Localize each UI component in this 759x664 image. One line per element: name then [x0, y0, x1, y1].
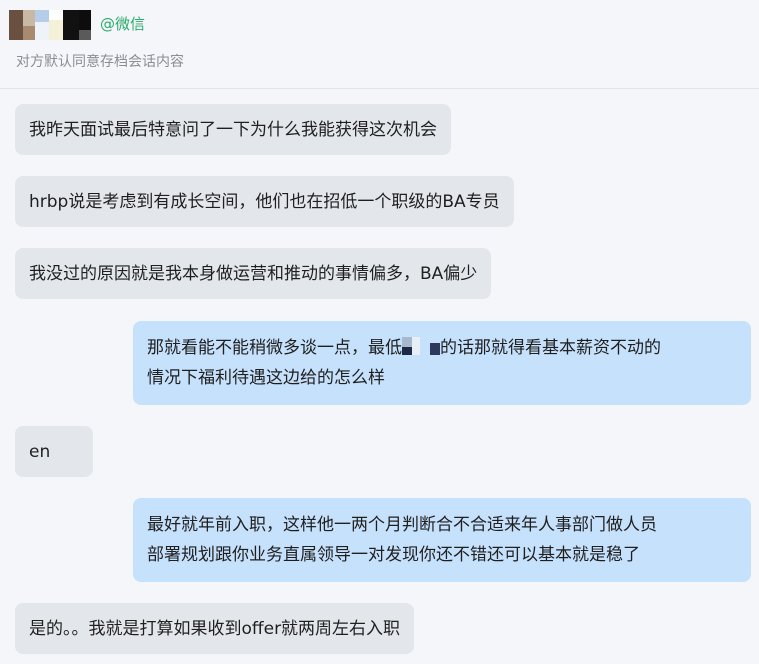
contact-name: @微信	[100, 15, 146, 33]
message-bubble[interactable]: hrbp说是考虑到有成长空间，他们也在招低一个职级的BA专员	[15, 176, 514, 227]
avatar[interactable]	[9, 10, 91, 40]
archive-notice: 对方默认同意存档会话内容	[16, 54, 184, 70]
message-bubble[interactable]: 最好就年前入职，这样他一两个月判断合不合适来年人事部门做人员 部署规划跟你业务直…	[133, 498, 751, 582]
chat-header: @微信 对方默认同意存档会话内容	[0, 0, 759, 89]
message-bubble[interactable]: 我没过的原因就是我本身做运营和推动的事情偏多，BA偏少	[15, 248, 492, 299]
message-bubble[interactable]: 那就看能不能稍微多谈一点，最低 的话那就得看基本薪资不动的 情况下福利待遇这边给的…	[133, 321, 751, 405]
message-line: 最好就年前入职，这样他一两个月判断合不合适来年人事部门做人员	[147, 515, 657, 535]
message-line: 情况下福利待遇这边给的怎么样	[147, 368, 385, 388]
message-bubble[interactable]: 我昨天面试最后特意问了一下为什么我能获得这次机会	[15, 104, 451, 155]
message-bubble[interactable]: en	[15, 426, 93, 477]
message-bubble[interactable]: 是的。。我就是打算如果收到offer就两周左右入职	[15, 603, 415, 654]
message-line: 部署规划跟你业务直属领导一对发现你还不错还可以基本就是稳了	[147, 545, 640, 565]
message-text: 那就看能不能稍微多谈一点，最低	[147, 338, 402, 358]
message-line: 那就看能不能稍微多谈一点，最低 的话那就得看基本薪资不动的	[147, 333, 737, 363]
redacted-block	[402, 337, 440, 355]
message-text: 的话那就得看基本薪资不动的	[440, 338, 661, 358]
